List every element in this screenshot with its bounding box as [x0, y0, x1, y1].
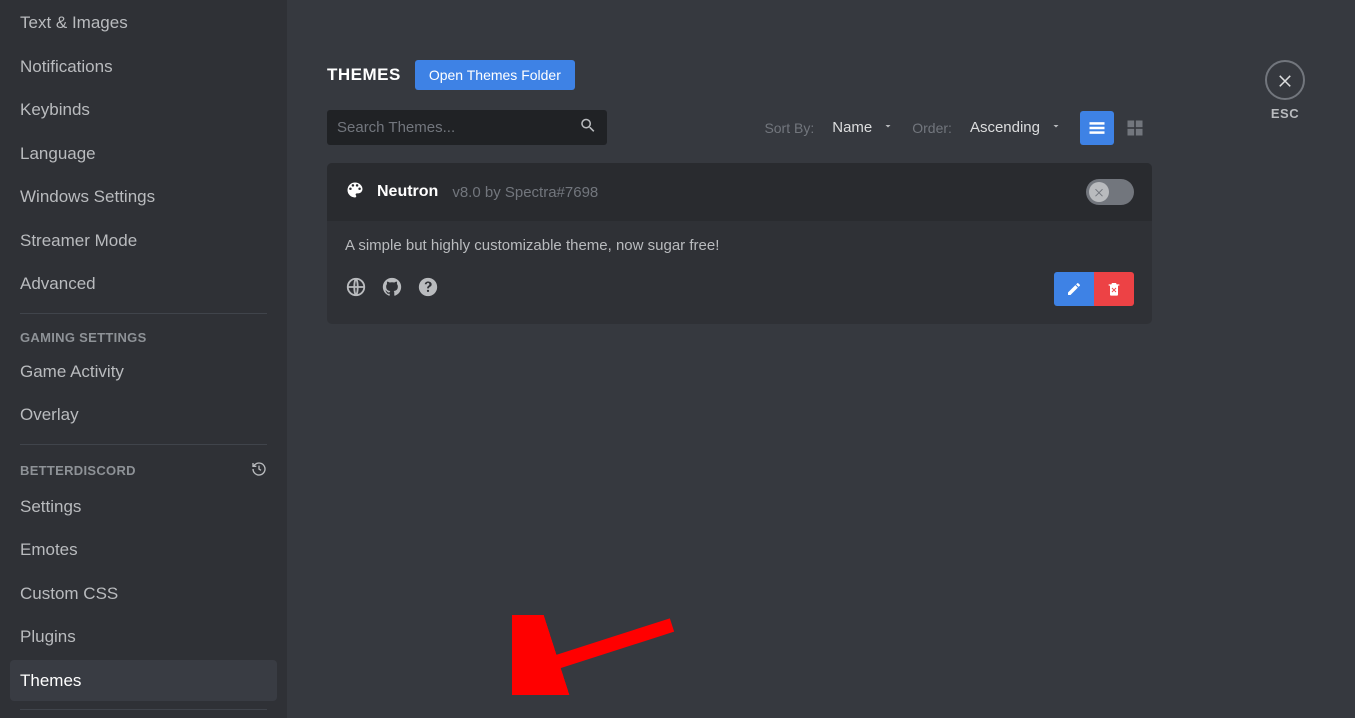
sidebar-item-label: Advanced	[20, 274, 96, 293]
search-wrap	[327, 110, 607, 145]
sidebar-item-language[interactable]: Language	[10, 133, 277, 175]
sidebar-item-streamer-mode[interactable]: Streamer Mode	[10, 220, 277, 262]
sidebar-item-text-images[interactable]: Text & Images	[10, 2, 277, 44]
chevron-down-icon	[882, 119, 894, 136]
content-area: ESC THEMES Open Themes Folder Sort By: N…	[287, 0, 1355, 718]
list-view-icon	[1087, 118, 1107, 138]
sidebar-item-label: Game Activity	[20, 362, 124, 381]
sidebar-item-bd-settings[interactable]: Settings	[10, 486, 277, 528]
changelog-icon[interactable]	[251, 461, 267, 480]
help-icon[interactable]	[417, 276, 439, 303]
sidebar-divider	[20, 313, 267, 314]
grid-view-icon	[1125, 118, 1145, 138]
sidebar-item-label: Custom CSS	[20, 584, 118, 603]
palette-icon	[345, 180, 365, 205]
sidebar-item-windows-settings[interactable]: Windows Settings	[10, 176, 277, 218]
page-header: THEMES Open Themes Folder	[327, 60, 1315, 90]
order-label: Order:	[912, 120, 952, 136]
theme-name: Neutron	[377, 183, 438, 201]
sort-by-dropdown[interactable]: Name	[830, 115, 896, 140]
sidebar-item-advanced[interactable]: Advanced	[10, 263, 277, 305]
close-label: ESC	[1265, 106, 1305, 121]
grid-view-button[interactable]	[1118, 111, 1152, 145]
sidebar-item-label: Keybinds	[20, 100, 90, 119]
sidebar-item-notifications[interactable]: Notifications	[10, 46, 277, 88]
sidebar-item-label: Emotes	[20, 540, 78, 559]
sidebar-item-label: Plugins	[20, 627, 76, 646]
toggle-knob	[1089, 182, 1109, 202]
sidebar-item-plugins[interactable]: Plugins	[10, 616, 277, 658]
sort-by-value: Name	[832, 119, 872, 136]
website-icon[interactable]	[345, 276, 367, 303]
order-value: Ascending	[970, 119, 1040, 136]
theme-enable-toggle[interactable]	[1086, 179, 1134, 205]
sidebar-header-label: BetterDiscord	[20, 463, 136, 478]
sidebar-header-betterdiscord: BetterDiscord	[10, 453, 277, 484]
settings-sidebar: Text & Images Notifications Keybinds Lan…	[0, 0, 287, 718]
sidebar-item-label: Text & Images	[20, 13, 128, 32]
github-icon[interactable]	[381, 276, 403, 303]
sidebar-item-themes[interactable]: Themes	[10, 660, 277, 702]
close-button[interactable]	[1265, 60, 1305, 100]
sidebar-item-label: Themes	[20, 671, 81, 690]
edit-theme-button[interactable]	[1054, 272, 1094, 306]
sidebar-item-custom-css[interactable]: Custom CSS	[10, 573, 277, 615]
sidebar-header-label: Gaming Settings	[20, 330, 147, 345]
sidebar-item-overlay[interactable]: Overlay	[10, 394, 277, 436]
sort-by-label: Sort By:	[764, 120, 814, 136]
theme-actions	[1054, 272, 1134, 306]
annotation-arrow	[512, 615, 692, 695]
sidebar-divider	[20, 709, 267, 710]
sidebar-item-game-activity[interactable]: Game Activity	[10, 351, 277, 393]
sidebar-header-gaming: Gaming Settings	[10, 322, 277, 349]
list-view-button[interactable]	[1080, 111, 1114, 145]
theme-card-header: Neutron v8.0 by Spectra#7698	[327, 163, 1152, 221]
sidebar-item-label: Overlay	[20, 405, 79, 424]
chevron-down-icon	[1050, 119, 1062, 136]
close-area: ESC	[1265, 60, 1305, 121]
search-input[interactable]	[327, 110, 607, 145]
theme-card: Neutron v8.0 by Spectra#7698 A simple bu…	[327, 163, 1152, 324]
pencil-icon	[1066, 281, 1082, 297]
sidebar-item-label: Notifications	[20, 57, 113, 76]
sidebar-divider	[20, 444, 267, 445]
close-icon	[1276, 71, 1294, 89]
delete-theme-button[interactable]	[1094, 272, 1134, 306]
sidebar-item-label: Language	[20, 144, 96, 163]
theme-description: A simple but highly customizable theme, …	[327, 221, 1152, 258]
open-themes-folder-button[interactable]: Open Themes Folder	[415, 60, 575, 90]
sidebar-item-label: Windows Settings	[20, 187, 155, 206]
search-icon[interactable]	[579, 116, 597, 139]
order-dropdown[interactable]: Ascending	[968, 115, 1064, 140]
toolbar: Sort By: Name Order: Ascending	[327, 110, 1152, 145]
trash-icon	[1106, 281, 1122, 297]
sidebar-item-label: Settings	[20, 497, 81, 516]
sidebar-item-label: Streamer Mode	[20, 231, 137, 250]
view-toggle	[1080, 111, 1152, 145]
sidebar-item-emotes[interactable]: Emotes	[10, 529, 277, 571]
page-title: THEMES	[327, 65, 401, 85]
theme-meta: v8.0 by Spectra#7698	[452, 184, 598, 201]
theme-card-footer	[327, 258, 1152, 324]
x-icon	[1093, 186, 1105, 198]
sidebar-item-keybinds[interactable]: Keybinds	[10, 89, 277, 131]
